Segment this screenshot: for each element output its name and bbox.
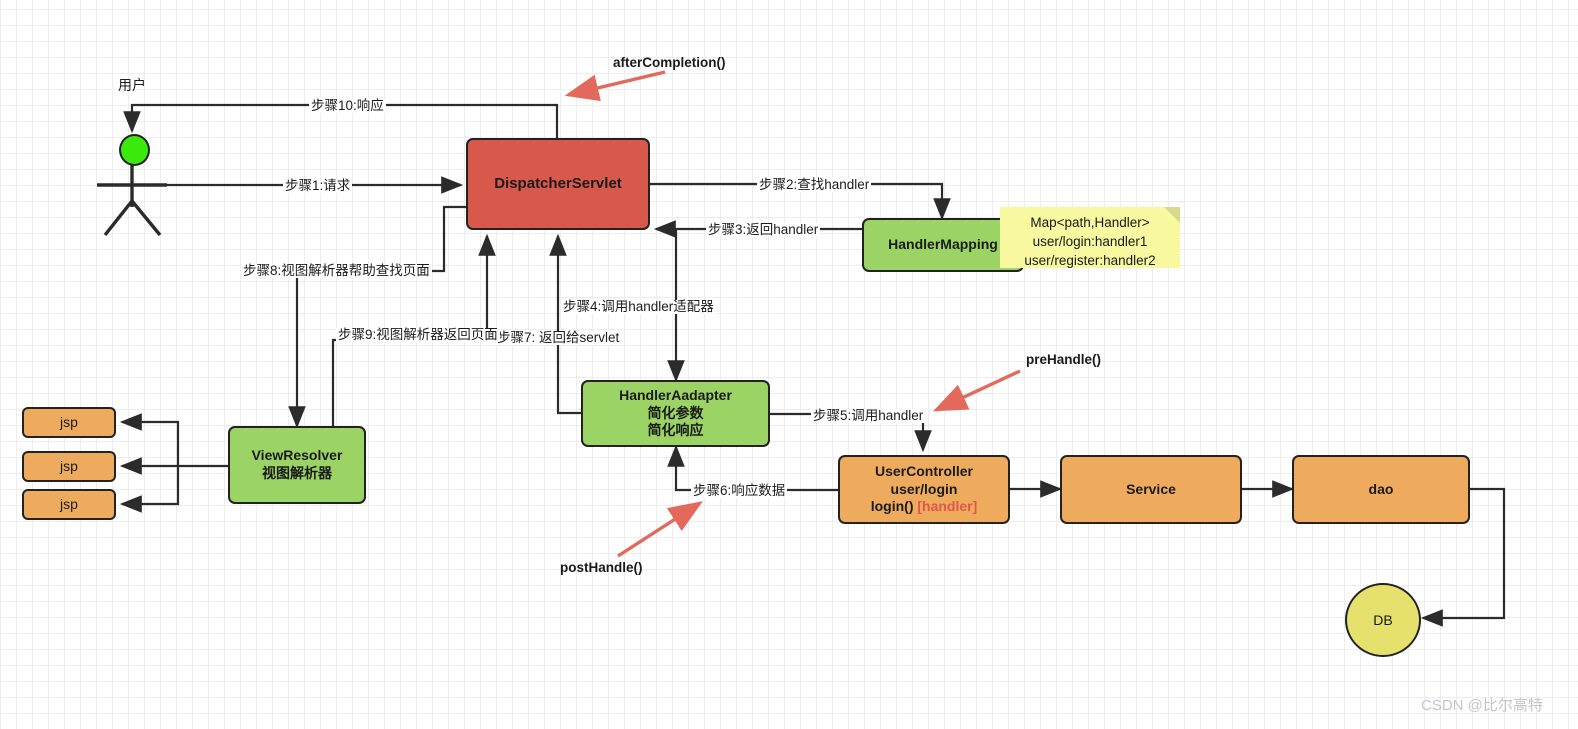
- actor-stick-figure: [97, 162, 167, 237]
- post-handle-arrow: [617, 501, 703, 558]
- node-user-controller[interactable]: UserController user/login login() [handl…: [838, 455, 1010, 524]
- node-jsp-2[interactable]: jsp: [22, 451, 116, 482]
- annotation-after-completion: afterCompletion(): [613, 55, 726, 70]
- actor-head-icon: [119, 134, 150, 166]
- node-dispatcher-servlet-label: DispatcherServlet: [494, 175, 622, 193]
- node-handler-adapter-line-2: 简化参数: [647, 404, 704, 421]
- node-service-label: Service: [1126, 480, 1176, 497]
- node-jsp-2-label: jsp: [60, 457, 78, 474]
- edge-label-step3: 步骤3:返回handler: [706, 222, 821, 237]
- edge-label-step10: 步骤10:响应: [309, 98, 386, 113]
- note-line-3: user/register:handler2: [1024, 253, 1156, 269]
- node-handler-adapter-line-3: 简化响应: [647, 422, 704, 439]
- node-dispatcher-servlet[interactable]: DispatcherServlet: [466, 138, 650, 230]
- node-db-label: DB: [1373, 612, 1393, 628]
- note-fold-corner-icon: [1164, 207, 1180, 223]
- node-handler-mapping-label: HandlerMapping: [888, 236, 998, 253]
- edge-label-step7: 步骤7: 返回给servlet: [495, 330, 622, 345]
- edge-label-step4: 步骤4:调用handler适配器: [561, 299, 716, 314]
- node-jsp-1-label: jsp: [60, 413, 78, 430]
- edge-label-step1: 步骤1:请求: [283, 178, 353, 193]
- handler-mapping-note: Map<path,Handler> user/login:handler1 us…: [1000, 207, 1180, 268]
- pre-handle-arrow: [932, 369, 1021, 412]
- annotation-post-handle: postHandle(): [560, 560, 643, 575]
- node-dao[interactable]: dao: [1292, 455, 1470, 524]
- actor-label: 用户: [118, 77, 146, 93]
- node-service[interactable]: Service: [1060, 455, 1242, 524]
- edge-label-step5: 步骤5:调用handler: [811, 408, 926, 423]
- node-user-controller-line-2: user/login: [890, 480, 958, 497]
- note-line-2: user/login:handler1: [1032, 234, 1148, 250]
- edge-label-step2: 步骤2:查找handler: [757, 177, 872, 192]
- node-handler-adapter[interactable]: HandlerAadapter 简化参数 简化响应: [581, 380, 770, 447]
- connector-layer: [97, 70, 1506, 627]
- edge-label-step6: 步骤6:响应数据: [691, 483, 788, 498]
- node-dao-label: dao: [1368, 480, 1394, 497]
- node-user-controller-handler-tag: [handler]: [917, 498, 978, 515]
- node-user-controller-line-3: login() [handler]: [871, 498, 978, 516]
- edge-label-step8: 步骤8:视图解析器帮助查找页面: [241, 263, 432, 278]
- annotation-pre-handle: preHandle(): [1026, 352, 1102, 367]
- node-user-controller-line-1: UserController: [874, 462, 974, 479]
- node-view-resolver-line-1: ViewResolver: [251, 447, 343, 464]
- diagram-canvas: 用户 DispatcherServlet HandlerMapping Map<…: [0, 0, 1578, 729]
- watermark: CSDN @比尔高特: [1421, 697, 1543, 714]
- node-handler-adapter-line-1: HandlerAadapter: [619, 386, 732, 403]
- after-completion-arrow: [564, 70, 666, 102]
- node-db[interactable]: DB: [1345, 583, 1421, 657]
- node-user-controller-method: login(): [870, 498, 914, 515]
- edge-label-step9: 步骤9:视图解析器返回页面: [336, 327, 500, 342]
- node-jsp-3-label: jsp: [60, 495, 78, 512]
- node-jsp-1[interactable]: jsp: [22, 407, 116, 438]
- node-view-resolver-line-2: 视图解析器: [262, 465, 332, 481]
- node-jsp-3[interactable]: jsp: [22, 489, 116, 520]
- node-view-resolver[interactable]: ViewResolver 视图解析器: [228, 426, 366, 504]
- note-line-1: Map<path,Handler>: [1030, 215, 1150, 230]
